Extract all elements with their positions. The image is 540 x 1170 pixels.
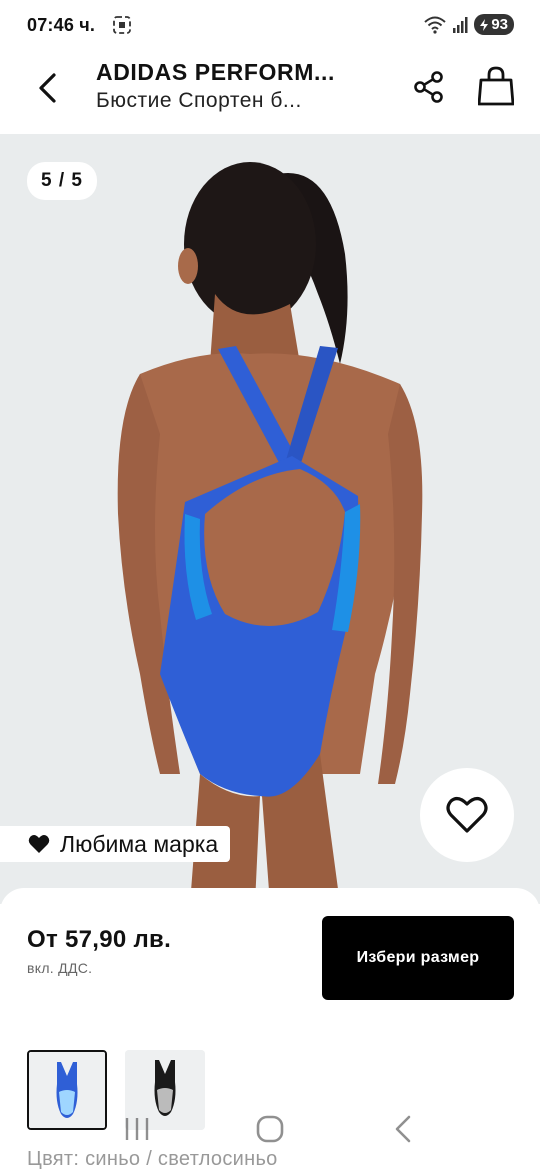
product-header: ADIDAS PERFORM... Бюстие Спортен б... (0, 50, 540, 134)
share-button[interactable] (410, 68, 448, 106)
favorite-brand-label: Любима марка (60, 830, 219, 857)
shopping-bag-button[interactable] (476, 66, 516, 106)
vat-note: вкл. ДДС. (27, 960, 93, 976)
battery-indicator: 93 (474, 14, 514, 35)
back-icon (39, 73, 56, 103)
product-title: Бюстие Спортен б... (96, 89, 302, 112)
nav-home-button[interactable] (250, 1109, 290, 1149)
product-image-gallery[interactable]: 5 / 5 Любима марка (0, 134, 540, 904)
back-button[interactable] (30, 70, 66, 106)
system-navigation-bar (0, 1100, 540, 1158)
select-size-button[interactable]: Избери размер (322, 916, 514, 1000)
heart-filled-icon (28, 835, 50, 853)
status-indicators: 93 (424, 14, 514, 35)
header-titles: ADIDAS PERFORM... Бюстие Спортен б... (96, 58, 376, 116)
add-to-wishlist-button[interactable] (420, 768, 514, 862)
image-counter: 5 / 5 (27, 162, 97, 200)
battery-level: 93 (491, 16, 508, 33)
favorite-brand-chip[interactable]: Любима марка (0, 826, 231, 862)
brand-title: ADIDAS PERFORM... (96, 59, 335, 85)
wifi-icon (424, 16, 446, 34)
status-bar: 07:46 ч. 93 (0, 0, 540, 50)
product-price: От 57,90 лв. (27, 926, 172, 953)
heart-outline-icon (446, 797, 488, 833)
shopping-bag-icon (478, 66, 514, 106)
status-time: 07:46 ч. (27, 15, 96, 35)
screenshot-indicator-icon (113, 16, 131, 34)
signal-icon (453, 16, 468, 33)
charging-icon (480, 18, 489, 31)
nav-recents-button[interactable] (117, 1109, 157, 1149)
nav-back-icon (396, 1115, 411, 1143)
nav-back-button[interactable] (383, 1109, 423, 1149)
share-icon (414, 71, 443, 103)
nav-home-icon (256, 1115, 284, 1143)
nav-recents-icon (125, 1118, 148, 1140)
